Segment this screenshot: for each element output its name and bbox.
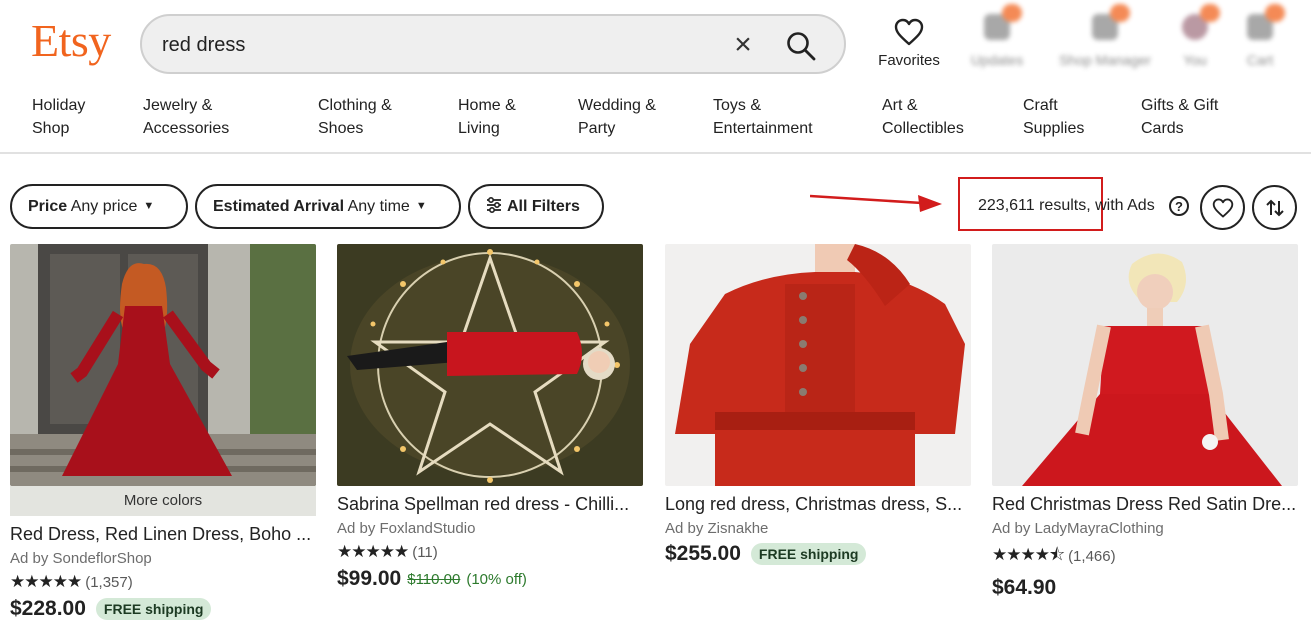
listing-seller: Ad by LadyMayraClothing xyxy=(992,520,1164,537)
search-input[interactable] xyxy=(162,28,722,62)
updates-button[interactable]: Updates xyxy=(957,4,1037,68)
all-filters-button[interactable]: All Filters xyxy=(468,184,604,229)
favorites-button[interactable]: Favorites xyxy=(873,18,945,69)
category-toys[interactable]: Toys & Entertainment xyxy=(713,94,813,140)
listing-seller: Ad by FoxlandStudio xyxy=(337,520,476,537)
price-row: $228.00 FREE shipping xyxy=(10,597,316,621)
star-rating-icon: ★★★★⯪ xyxy=(992,545,1065,564)
free-shipping-badge: FREE shipping xyxy=(95,598,212,620)
sort-button[interactable] xyxy=(1252,185,1297,230)
price-row: $99.00 $110.00 (10% off) xyxy=(337,567,643,591)
review-count: (1,357) xyxy=(85,573,133,591)
listing-image[interactable] xyxy=(337,244,643,486)
clear-search-icon[interactable]: × xyxy=(728,30,758,61)
shop-manager-button[interactable]: Shop Manager xyxy=(1050,4,1160,68)
listing-title[interactable]: Red Dress, Red Linen Dress, Boho ... xyxy=(10,524,316,545)
category-clothing[interactable]: Clothing & Shoes xyxy=(318,94,392,140)
heart-icon xyxy=(1212,198,1234,218)
shop-icon xyxy=(1092,4,1130,40)
sliders-icon xyxy=(487,196,501,214)
listing-price: $228.00 xyxy=(10,597,86,620)
category-gifts[interactable]: Gifts & Gift Cards xyxy=(1141,94,1218,140)
more-colors-label[interactable]: More colors xyxy=(10,486,316,516)
price-row: $64.90 xyxy=(992,576,1298,600)
listing-title[interactable]: Long red dress, Christmas dress, S... xyxy=(665,494,971,515)
results-count: 223,611 results, with Ads xyxy=(978,197,1155,214)
help-icon[interactable]: ? xyxy=(1169,196,1189,216)
listing-rating: ★★★★★ (11) xyxy=(337,542,643,562)
etsy-logo[interactable]: Etsy xyxy=(31,18,111,64)
discount-label: (10% off) xyxy=(466,570,527,588)
cart-button[interactable]: Cart xyxy=(1235,4,1285,68)
listing-image[interactable] xyxy=(992,244,1298,486)
listing-card[interactable]: Sabrina Spellman red dress - Chilli... A… xyxy=(337,244,643,591)
listing-seller: Ad by SondeflorShop xyxy=(10,550,152,567)
listing-card[interactable]: Red Christmas Dress Red Satin Dre... Ad … xyxy=(992,244,1298,600)
arrival-filter-button[interactable]: Estimated Arrival Any time ▼ xyxy=(195,184,461,229)
listing-title[interactable]: Sabrina Spellman red dress - Chilli... xyxy=(337,494,643,515)
star-rating-icon: ★★★★★ xyxy=(337,542,409,561)
listing-card[interactable]: More colors Red Dress, Red Linen Dress, … xyxy=(10,244,316,621)
caret-down-icon: ▼ xyxy=(143,200,155,212)
star-rating-icon: ★★★★★ xyxy=(10,572,82,591)
caret-down-icon: ▼ xyxy=(415,200,427,212)
bell-icon xyxy=(984,4,1022,40)
heart-icon xyxy=(894,18,924,46)
search-icon[interactable] xyxy=(784,29,818,63)
cart-icon xyxy=(1247,4,1285,40)
price-filter-button[interactable]: Price Any price ▼ xyxy=(10,184,188,229)
review-count: (1,466) xyxy=(1068,548,1116,565)
search-bar[interactable]: × xyxy=(140,14,846,74)
category-jewelry[interactable]: Jewelry & Accessories xyxy=(143,94,229,140)
free-shipping-badge: FREE shipping xyxy=(750,543,867,565)
listing-image[interactable] xyxy=(665,244,971,486)
category-art[interactable]: Art & Collectibles xyxy=(882,94,964,140)
header-divider xyxy=(0,152,1311,154)
listing-price: $255.00 xyxy=(665,542,741,565)
listing-seller: Ad by Zisnakhe xyxy=(665,520,769,537)
account-button[interactable]: You xyxy=(1170,4,1220,68)
listing-rating: ★★★★★ (1,357) xyxy=(10,572,316,592)
avatar xyxy=(1182,4,1220,40)
listing-price: $64.90 xyxy=(992,576,1057,599)
category-craft[interactable]: Craft Supplies xyxy=(1023,94,1084,140)
category-wedding-party[interactable]: Wedding & Party xyxy=(578,94,656,140)
annotation-arrow-icon xyxy=(810,194,942,212)
category-nav: Holiday Shop Jewelry & Accessories Clothin… xyxy=(0,94,1311,152)
favorites-label: Favorites xyxy=(878,52,940,69)
listing-title[interactable]: Red Christmas Dress Red Satin Dre... xyxy=(992,494,1298,515)
original-price: $110.00 xyxy=(407,570,461,588)
price-row: $255.00 FREE shipping xyxy=(665,542,971,566)
review-count: (11) xyxy=(412,543,438,561)
listing-image[interactable] xyxy=(10,244,316,486)
listing-price: $99.00 xyxy=(337,567,402,590)
listing-card[interactable]: Long red dress, Christmas dress, S... Ad… xyxy=(665,244,971,566)
category-holiday-shop[interactable]: Holiday Shop xyxy=(32,94,85,140)
category-home-living[interactable]: Home & Living xyxy=(458,94,516,140)
listing-rating: ★★★★⯪ (1,466) xyxy=(992,542,1298,571)
favorite-search-button[interactable] xyxy=(1200,185,1245,230)
sort-icon xyxy=(1266,199,1284,217)
